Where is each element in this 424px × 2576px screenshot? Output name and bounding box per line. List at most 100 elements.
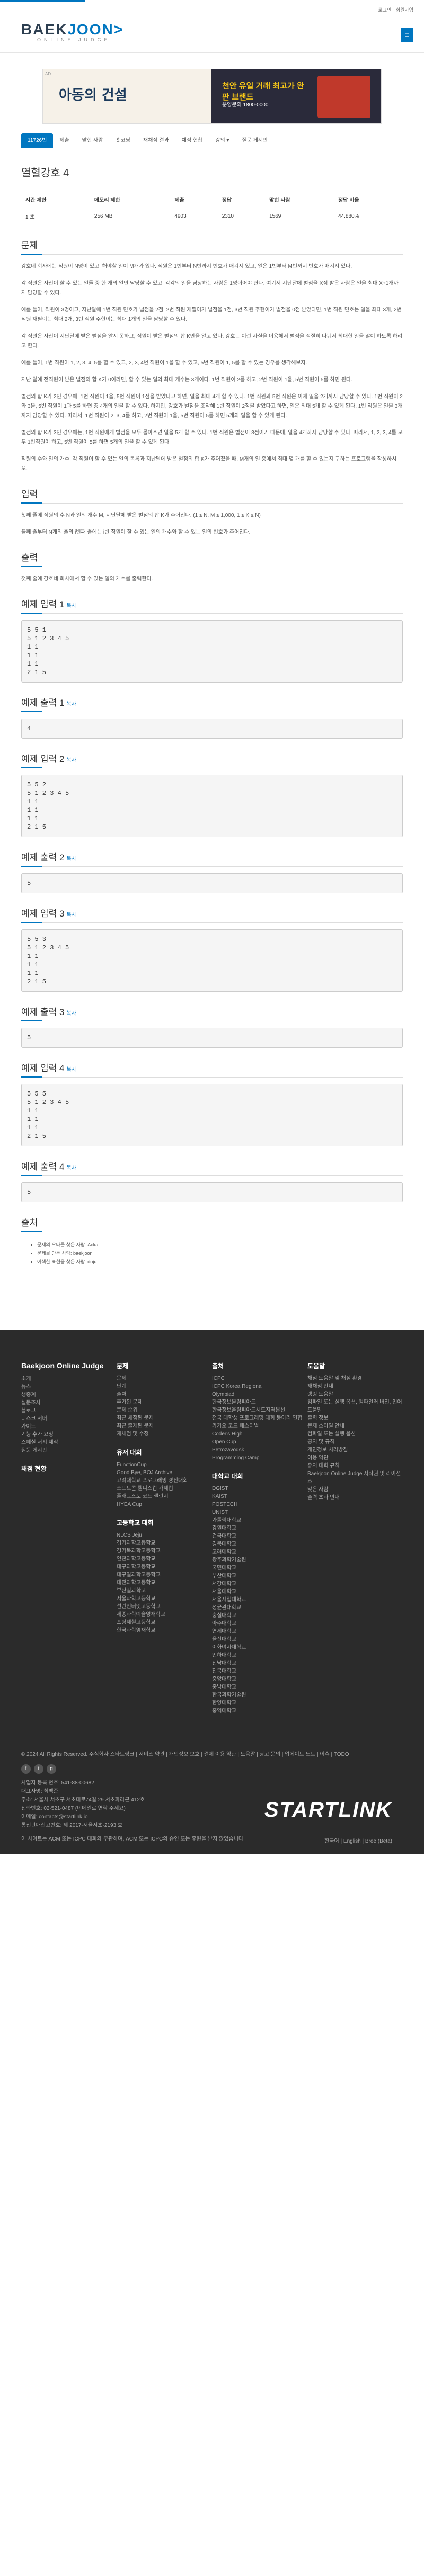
footer-link[interactable]: ICPC Korea Regional bbox=[212, 1383, 307, 1390]
footer-link[interactable]: 경기과학고등학교 bbox=[117, 1539, 212, 1547]
footer-link[interactable]: 출력 초과 안내 bbox=[307, 1494, 403, 1502]
footer-link[interactable]: POSTECH bbox=[212, 1501, 307, 1509]
footer-link[interactable]: Baekjoon Online Judge 저작권 및 라이선스 bbox=[307, 1470, 403, 1486]
footer-link[interactable]: 전북대학교 bbox=[212, 1667, 307, 1675]
footer-link[interactable]: 뉴스 bbox=[21, 1383, 117, 1391]
login-link[interactable]: 로그인 bbox=[378, 7, 392, 13]
footer-link[interactable]: 홍익대학교 bbox=[212, 1707, 307, 1715]
footer-link[interactable]: 한국과학기술원 bbox=[212, 1691, 307, 1699]
footer-link[interactable]: 포항제철고등학교 bbox=[117, 1619, 212, 1627]
footer-link[interactable]: 문제 순위 bbox=[117, 1406, 212, 1414]
footer-link[interactable]: 경북대학교 bbox=[212, 1540, 307, 1548]
signup-link[interactable]: 회원가입 bbox=[396, 7, 413, 13]
footer-link[interactable]: 서울시립대학교 bbox=[212, 1596, 307, 1604]
copy-button[interactable]: 복사 bbox=[66, 856, 76, 862]
footer-link[interactable]: 전남대학교 bbox=[212, 1659, 307, 1667]
footer-link[interactable]: HYEA Cup bbox=[117, 1501, 212, 1509]
footer-link[interactable]: FunctionCup bbox=[117, 1461, 212, 1469]
footer-link[interactable]: 스페셜 저지 제작 bbox=[21, 1439, 117, 1447]
footer-link[interactable]: UNIST bbox=[212, 1509, 307, 1516]
footer-link[interactable]: 맞은 사람 bbox=[307, 1486, 403, 1494]
footer-link[interactable]: 단계 bbox=[117, 1383, 212, 1390]
footer-link[interactable]: 충남대학교 bbox=[212, 1683, 307, 1691]
problem-tab-2[interactable]: 맞힌 사람 bbox=[76, 133, 110, 148]
problem-tab-4[interactable]: 재채점 결과 bbox=[137, 133, 175, 148]
twitter-icon[interactable]: t bbox=[34, 1764, 43, 1774]
footer-link[interactable]: 유저 대회 규칙 bbox=[307, 1462, 403, 1470]
copy-button[interactable]: 복사 bbox=[66, 1011, 76, 1017]
footer-link[interactable]: Olympiad bbox=[212, 1390, 307, 1398]
footer-link[interactable]: NLCS Jeju bbox=[117, 1531, 212, 1539]
copy-button[interactable]: 복사 bbox=[66, 1067, 76, 1073]
copy-button[interactable]: 복사 bbox=[66, 702, 76, 707]
copy-button[interactable]: 복사 bbox=[66, 912, 76, 918]
menu-toggle-icon[interactable]: ≡ bbox=[401, 28, 413, 42]
footer-link[interactable]: 재채점 안내 bbox=[307, 1383, 403, 1390]
footer-link[interactable]: 한양대학교 bbox=[212, 1699, 307, 1707]
problem-tab-7[interactable]: 질문 게시판 bbox=[235, 133, 274, 148]
footer-link[interactable]: 소프트콘 웰니스컵 가제컵 bbox=[117, 1485, 212, 1493]
footer-link[interactable]: 랭킹 도움말 bbox=[307, 1390, 403, 1398]
footer-link[interactable]: 플래그스토 코드 챌린지 bbox=[117, 1493, 212, 1501]
footer-link[interactable]: 카카오 코드 페스티벌 bbox=[212, 1422, 307, 1430]
footer-link[interactable]: 전국 대학생 프로그래밍 대회 동아리 연합 bbox=[212, 1414, 307, 1422]
footer-link[interactable]: 부산대학교 bbox=[212, 1572, 307, 1580]
footer-link[interactable]: 이용 약관 bbox=[307, 1454, 403, 1462]
footer-link[interactable]: ICPC bbox=[212, 1375, 307, 1383]
footer-link[interactable]: 컴파일 또는 실행 옵션, 컴파일러 버전, 언어 도움말 bbox=[307, 1398, 403, 1414]
footer-link[interactable]: 대구과학고등학교 bbox=[117, 1563, 212, 1571]
footer-link[interactable]: 경기북과학고등학교 bbox=[117, 1547, 212, 1555]
copy-button[interactable]: 복사 bbox=[66, 603, 76, 609]
problem-tab-6[interactable]: 강의 ▾ bbox=[209, 133, 235, 148]
footer-link[interactable]: 서울과학고등학교 bbox=[117, 1595, 212, 1603]
footer-link[interactable]: 세종과학예술영재학교 bbox=[117, 1611, 212, 1619]
copy-button[interactable]: 복사 bbox=[66, 1165, 76, 1171]
footer-link[interactable]: 재채점 및 수정 bbox=[117, 1430, 212, 1438]
footer-link[interactable]: 한국정보올림피아드 bbox=[212, 1398, 307, 1406]
footer-link[interactable]: 고려대학교 프로그래밍 경진대회 bbox=[117, 1477, 212, 1485]
footer-link[interactable]: 생중계 bbox=[21, 1391, 117, 1399]
footer-link[interactable]: Petrozavodsk bbox=[212, 1446, 307, 1454]
footer-link[interactable]: 아주대학교 bbox=[212, 1620, 307, 1628]
footer-link[interactable]: 강원대학교 bbox=[212, 1524, 307, 1532]
site-logo[interactable]: BAEKJOON> ONLINE JUDGE bbox=[21, 21, 123, 42]
footer-link[interactable]: 공지 및 규칙 bbox=[307, 1438, 403, 1446]
footer-link[interactable]: 문제 bbox=[117, 1375, 212, 1383]
problem-tab-1[interactable]: 제출 bbox=[53, 133, 75, 148]
footer-link[interactable]: 개인정보 처리방침 bbox=[307, 1446, 403, 1454]
footer-link[interactable]: 부산일과학고 bbox=[117, 1587, 212, 1595]
footer-link[interactable]: Open Cup bbox=[212, 1438, 307, 1446]
footer-link[interactable]: DGIST bbox=[212, 1485, 307, 1493]
footer-link[interactable]: 대전과학고등학교 bbox=[117, 1579, 212, 1587]
problem-tab-0[interactable]: 11726번 bbox=[21, 133, 54, 148]
footer-link[interactable]: 고려대학교 bbox=[212, 1548, 307, 1556]
footer-link[interactable]: 문제 스타일 안내 bbox=[307, 1422, 403, 1430]
footer-link[interactable]: 광주과학기술원 bbox=[212, 1556, 307, 1564]
footer-link[interactable]: 울산대학교 bbox=[212, 1636, 307, 1644]
footer-link[interactable]: 국민대학교 bbox=[212, 1564, 307, 1572]
footer-link[interactable]: 질문 게시판 bbox=[21, 1447, 117, 1455]
footer-link[interactable]: 선린인터넷고등학교 bbox=[117, 1603, 212, 1611]
footer-link[interactable]: Coder's High bbox=[212, 1430, 307, 1438]
advertisement-banner[interactable]: AD 아동의 건설 천안 유일 거래 최고가 완판 브랜드 분양문의 1800-… bbox=[42, 69, 382, 124]
footer-link[interactable]: 기능 추가 요청 bbox=[21, 1431, 117, 1439]
problem-tab-5[interactable]: 채점 현황 bbox=[175, 133, 209, 148]
footer-link[interactable]: 한국과학영재학교 bbox=[117, 1627, 212, 1635]
footer-link[interactable]: 대구일과학고등학교 bbox=[117, 1571, 212, 1579]
github-icon[interactable]: g bbox=[47, 1764, 56, 1774]
footer-link[interactable]: 컴파일 또는 실행 옵션 bbox=[307, 1430, 403, 1438]
footer-link[interactable]: 블로그 bbox=[21, 1407, 117, 1415]
footer-link[interactable]: 서울대학교 bbox=[212, 1588, 307, 1596]
footer-link[interactable]: 최근 출제된 문제 bbox=[117, 1422, 212, 1430]
footer-link[interactable]: KAIST bbox=[212, 1493, 307, 1501]
footer-link[interactable]: 인천과학고등학교 bbox=[117, 1555, 212, 1563]
footer-link[interactable]: 한국정보올림피아드시도지역본선 bbox=[212, 1406, 307, 1414]
footer-link[interactable]: Programming Camp bbox=[212, 1454, 307, 1462]
footer-link[interactable]: 설문조사 bbox=[21, 1399, 117, 1407]
footer-link[interactable]: 연세대학교 bbox=[212, 1628, 307, 1636]
footer-link[interactable]: 중앙대학교 bbox=[212, 1675, 307, 1683]
footer-link[interactable]: 디스크 서버 bbox=[21, 1415, 117, 1423]
footer-link[interactable]: 이화여자대학교 bbox=[212, 1644, 307, 1651]
language-selector[interactable]: 한국어 | English | Bree (Beta) bbox=[324, 1837, 392, 1846]
footer-link[interactable]: 출처 bbox=[117, 1390, 212, 1398]
